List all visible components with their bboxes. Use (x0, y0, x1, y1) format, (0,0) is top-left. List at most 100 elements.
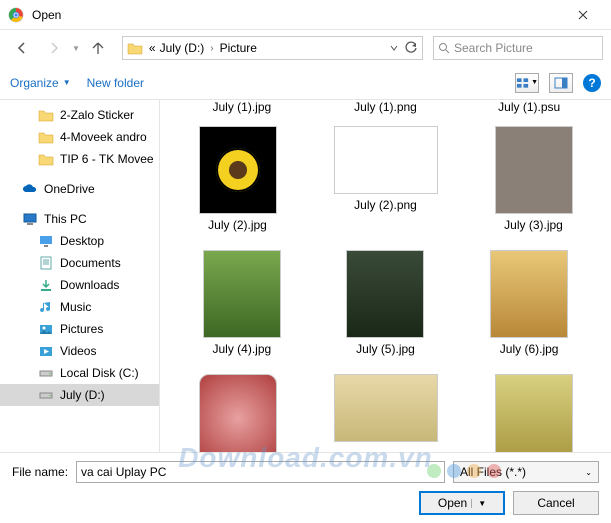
refresh-icon[interactable] (404, 41, 418, 55)
file-label: July (3).jpg (504, 218, 563, 232)
tree-item-folder[interactable]: 4-Moveek andro (0, 126, 159, 148)
help-button[interactable]: ? (583, 74, 601, 92)
cancel-label: Cancel (537, 496, 574, 510)
body: 2-Zalo Sticker 4-Moveek andro TIP 6 - TK… (0, 100, 611, 452)
search-icon (438, 42, 450, 54)
file-item[interactable]: July (3).jpg (495, 126, 573, 232)
forward-button[interactable] (40, 34, 68, 62)
nav-tree[interactable]: 2-Zalo Sticker 4-Moveek andro TIP 6 - TK… (0, 100, 160, 452)
file-list[interactable]: July (1).jpg July (1).png July (1).psu J… (160, 100, 611, 452)
partial-row: July (1).jpg July (1).png July (1).psu (170, 100, 601, 114)
breadcrumb-sep: « (147, 41, 158, 55)
onedrive-icon (22, 182, 38, 196)
folder-icon (38, 130, 54, 144)
file-label: July (2).png (354, 198, 417, 212)
thumbnails-icon (516, 77, 529, 89)
thumbnail (334, 126, 438, 194)
file-item[interactable] (199, 374, 277, 452)
breadcrumb-folder[interactable]: Picture (218, 41, 259, 55)
tree-label: OneDrive (44, 182, 95, 196)
chevron-down-icon: ▼ (471, 499, 486, 508)
tree-item-thispc[interactable]: This PC (0, 208, 159, 230)
preview-pane-button[interactable] (549, 73, 573, 93)
tree-item-onedrive[interactable]: OneDrive (0, 178, 159, 200)
videos-icon (38, 344, 54, 358)
file-item[interactable]: July (4).jpg (203, 250, 281, 356)
tree-label: Downloads (60, 278, 119, 292)
chevron-down-icon (390, 44, 398, 52)
july-d--icon (38, 388, 54, 402)
organize-button[interactable]: Organize ▼ (10, 76, 71, 90)
tree-item-music[interactable]: Music (0, 296, 159, 318)
folder-icon (127, 41, 143, 55)
back-button[interactable] (8, 34, 36, 62)
tree-label: Pictures (60, 322, 103, 336)
tree-item-local-disk-c-[interactable]: Local Disk (C:) (0, 362, 159, 384)
up-button[interactable] (84, 34, 112, 62)
close-button[interactable] (563, 0, 603, 30)
tree-label: Desktop (60, 234, 104, 248)
nav-bar: ▼ « July (D:) › Picture Search Picture (0, 30, 611, 66)
filename-input[interactable] (76, 461, 445, 483)
desktop-icon (38, 234, 54, 248)
tree-item-documents[interactable]: Documents (0, 252, 159, 274)
file-label: July (4).jpg (212, 342, 271, 356)
pictures-icon (38, 322, 54, 336)
documents-icon (38, 256, 54, 270)
file-label[interactable]: July (1).png (314, 100, 458, 114)
footer: File name: All Files (*.*) ⌄ Open ▼ Canc… (0, 452, 611, 523)
file-item[interactable] (495, 374, 573, 452)
breadcrumb-drive[interactable]: July (D:) (158, 41, 207, 55)
file-item[interactable] (334, 374, 438, 452)
view-mode-button[interactable]: ▼ (515, 73, 539, 93)
file-label[interactable]: July (1).jpg (170, 100, 314, 114)
file-item[interactable]: July (6).jpg (490, 250, 568, 356)
cancel-button[interactable]: Cancel (513, 491, 599, 515)
folder-icon (38, 108, 54, 122)
titlebar: Open (0, 0, 611, 30)
tree-label: Music (60, 300, 91, 314)
file-item[interactable]: July (5).jpg (346, 250, 424, 356)
organize-label: Organize (10, 76, 59, 90)
file-label: July (2).jpg (208, 218, 267, 232)
history-dropdown-icon[interactable]: ▼ (72, 44, 80, 53)
file-type-filter[interactable]: All Files (*.*) ⌄ (453, 461, 599, 483)
search-input[interactable]: Search Picture (433, 36, 603, 60)
file-label: July (5).jpg (356, 342, 415, 356)
thumbnail (346, 250, 424, 338)
tree-item-pictures[interactable]: Pictures (0, 318, 159, 340)
breadcrumb[interactable]: « July (D:) › Picture (122, 36, 423, 60)
thumbnail (490, 250, 568, 338)
help-icon: ? (588, 76, 595, 90)
toolbar: Organize ▼ New folder ▼ ? (0, 66, 611, 100)
file-item[interactable]: July (2).jpg (199, 126, 277, 232)
tree-label: Documents (60, 256, 121, 270)
tree-item-videos[interactable]: Videos (0, 340, 159, 362)
tree-label: 4-Moveek andro (60, 130, 147, 144)
thispc-icon (22, 212, 38, 226)
folder-icon (38, 152, 54, 166)
local-disk-c--icon (38, 366, 54, 380)
file-item[interactable]: July (2).png (334, 126, 438, 232)
tree-item-july-d-[interactable]: July (D:) (0, 384, 159, 406)
tree-label: Videos (60, 344, 96, 358)
chrome-icon (8, 7, 24, 23)
tree-item-downloads[interactable]: Downloads (0, 274, 159, 296)
music-icon (38, 300, 54, 314)
thumbnail (199, 126, 277, 214)
tree-item-folder[interactable]: TIP 6 - TK Movee (0, 148, 159, 170)
thumbnail (334, 374, 438, 442)
thumbnail (199, 374, 277, 452)
tree-item-folder[interactable]: 2-Zalo Sticker (0, 104, 159, 126)
new-folder-button[interactable]: New folder (87, 76, 144, 90)
tree-label: TIP 6 - TK Movee (60, 152, 154, 166)
open-button[interactable]: Open ▼ (419, 491, 505, 515)
file-label: July (6).jpg (500, 342, 559, 356)
breadcrumb-dropdown[interactable] (390, 41, 418, 55)
thumbnail (203, 250, 281, 338)
preview-pane-icon (554, 77, 568, 89)
tree-label: This PC (44, 212, 87, 226)
file-label[interactable]: July (1).psu (457, 100, 601, 114)
tree-item-desktop[interactable]: Desktop (0, 230, 159, 252)
tree-label: 2-Zalo Sticker (60, 108, 134, 122)
